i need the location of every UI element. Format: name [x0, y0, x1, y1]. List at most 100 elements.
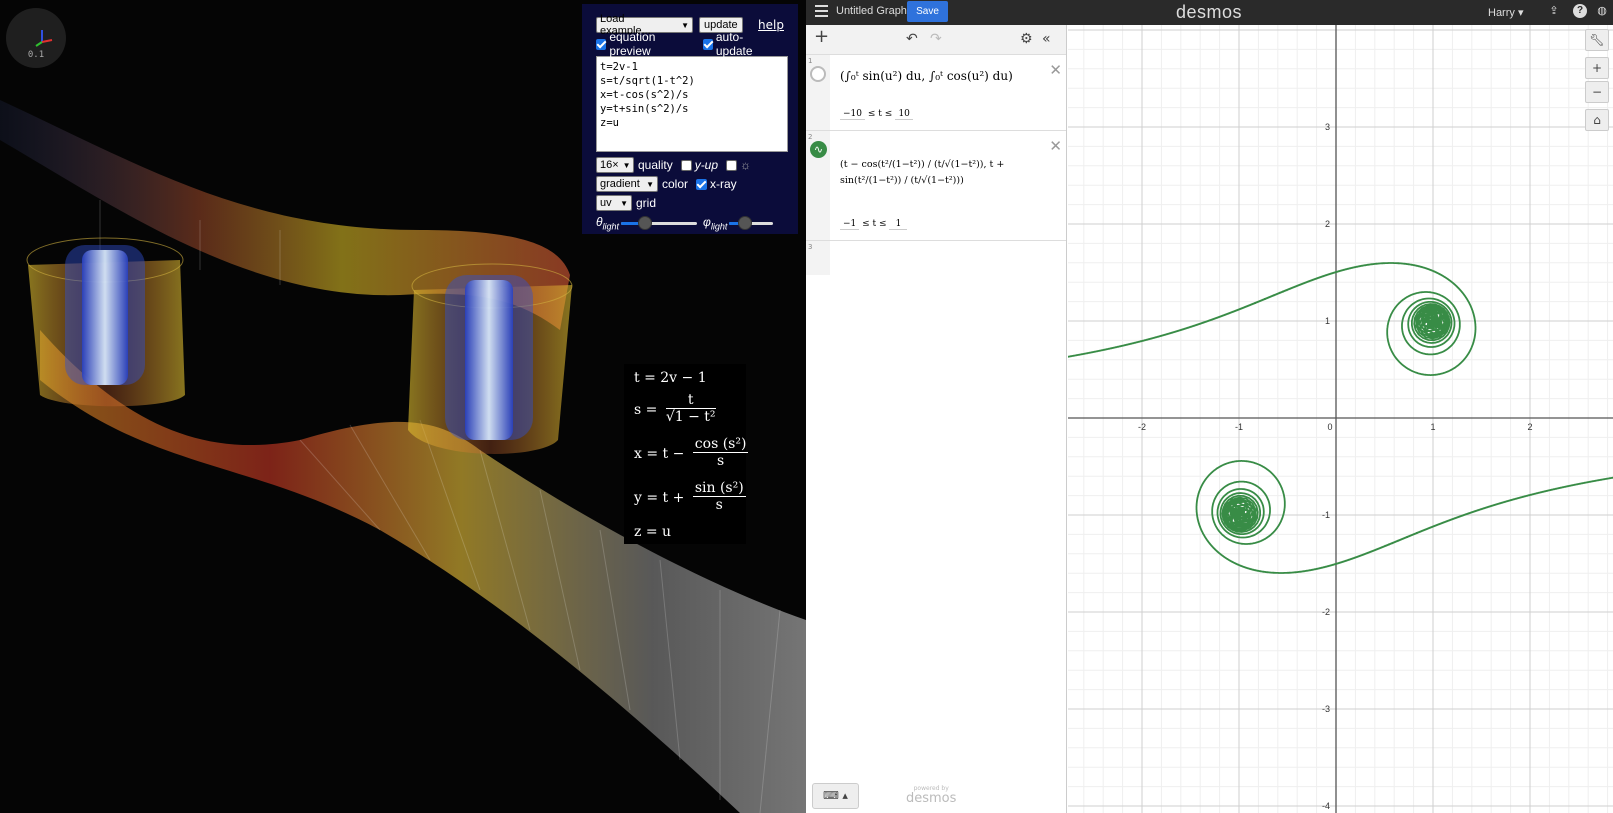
expression-latex[interactable]: (∫₀ᵗ sin(u²) du, ∫₀ᵗ cos(u²) du)	[840, 69, 1013, 83]
light-toggle-checkbox[interactable]	[726, 159, 738, 171]
y-up-label: y-up	[694, 158, 719, 172]
home-view-icon[interactable]: ⌂	[1585, 109, 1609, 131]
preview-s-fraction: t √1 − t²	[665, 392, 716, 425]
globe-icon[interactable]: ◍	[1595, 4, 1609, 18]
surface-viewer[interactable]: 0.1 Load example... ▼ update help equatio…	[0, 0, 806, 813]
color-select[interactable]: gradient ▼	[596, 176, 658, 192]
t-max-input[interactable]: 1	[889, 219, 908, 230]
preview-s-denominator: √1 − t²	[665, 409, 716, 425]
equation-preview-checkbox[interactable]	[596, 38, 607, 50]
settings-gear-icon[interactable]: ⚙	[1020, 32, 1033, 46]
x-ray-checkbox[interactable]	[696, 178, 708, 190]
color-value: gradient	[600, 178, 640, 190]
y-tick-label: -3	[1322, 704, 1330, 714]
collapse-panel-icon[interactable]: «	[1042, 32, 1051, 46]
powered-by-desmos: powered by desmos	[906, 785, 956, 806]
caret-up-icon: ▴	[842, 789, 848, 802]
delete-expression-icon[interactable]: ✕	[1049, 61, 1062, 79]
parametric-curve-icon[interactable]: ∿	[810, 141, 827, 158]
graph-paper[interactable]: -2 -1 0 1 2 3 2 1 -1 -2 -3 -4 🔧︎ + − ⌂	[1068, 25, 1613, 813]
equation-preview-label: equation preview	[609, 30, 656, 58]
theta-subscript: light	[602, 221, 620, 232]
desmos-calculator: Untitled Graph Save desmos Harry ▾ ⇪ ? ◍…	[806, 0, 1613, 813]
redo-icon[interactable]: ↷	[930, 32, 942, 46]
phi-light-slider[interactable]	[729, 216, 774, 230]
preview-x-numerator: cos (s²)	[692, 436, 749, 453]
color-label: color	[662, 177, 689, 191]
phi-slider-handle[interactable]	[738, 216, 753, 230]
expression-toggle-icon[interactable]	[810, 66, 826, 82]
expression-list: + ↶ ↷ ⚙ « 1 (∫₀ᵗ sin(u²) du, ∫₀ᵗ cos(u²)…	[806, 25, 1067, 813]
y-tick-label: -1	[1322, 510, 1330, 520]
right-spiral-cylinder	[408, 263, 573, 454]
equations-textarea[interactable]: t=2v-1 s=t/sqrt(1-t^2) x=t-cos(s^2)/s y=…	[596, 56, 788, 152]
axes-orientation-widget[interactable]: 0.1	[6, 8, 66, 68]
theta-light-slider[interactable]	[621, 216, 698, 230]
graph-settings-wrench-icon[interactable]: 🔧︎	[1585, 29, 1609, 51]
curve-branch-negative[interactable]	[1195, 460, 1613, 574]
app-root: 0.1 Load example... ▼ update help equatio…	[0, 0, 1613, 813]
t-min-input[interactable]: −10	[840, 109, 865, 120]
equation-control-panel: Load example... ▼ update help equation pr…	[582, 4, 798, 234]
chevron-down-icon: ▼	[622, 160, 631, 170]
y-tick-label: 2	[1325, 219, 1330, 229]
bounds-inequality: ≤ t ≤	[862, 219, 887, 229]
grid-value: uv	[600, 197, 612, 209]
share-icon[interactable]: ⇪	[1547, 4, 1561, 18]
help-icon[interactable]: ?	[1573, 4, 1587, 18]
expression-gutter: 2 ∿	[806, 131, 830, 240]
parameter-bounds: −1 ≤ t ≤ 1	[840, 219, 908, 230]
preview-y-line: y = t + sin (s²) s	[634, 480, 746, 513]
expression-row-1[interactable]: 1 (∫₀ᵗ sin(u²) du, ∫₀ᵗ cos(u²) du) −10 ≤…	[806, 55, 1066, 131]
preview-t-line: t = 2v − 1	[634, 370, 707, 386]
user-menu[interactable]: Harry ▾	[1488, 6, 1523, 19]
preview-x-denominator: s	[717, 453, 725, 469]
expression-toolbar: + ↶ ↷ ⚙ «	[806, 25, 1066, 55]
menu-icon[interactable]	[815, 5, 828, 19]
undo-icon[interactable]: ↶	[906, 32, 918, 46]
graph-canvas[interactable]: -2 -1 0 1 2 3 2 1 -1 -2 -3 -4	[1068, 25, 1613, 813]
chevron-down-icon: ▼	[620, 198, 628, 208]
x-tick-label: 0	[1327, 422, 1332, 432]
user-name: Harry	[1488, 7, 1515, 19]
auto-update-label: auto-update	[715, 30, 753, 58]
y-up-checkbox[interactable]	[680, 159, 692, 171]
grid-select[interactable]: uv ▼	[596, 195, 632, 211]
expression-index: 3	[808, 243, 813, 251]
quality-select[interactable]: 16× ▼	[596, 157, 634, 173]
add-expression-icon[interactable]: +	[814, 28, 829, 46]
t-max-input[interactable]: 10	[895, 109, 914, 120]
expression-gutter: 3	[806, 241, 830, 275]
bounds-inequality: ≤ t ≤	[867, 109, 893, 119]
top-bar: Untitled Graph Save desmos Harry ▾ ⇪ ? ◍	[806, 0, 1613, 25]
phi-light-label: φlight	[703, 215, 727, 231]
expression-row-2[interactable]: 2 ∿ (t − cos(t²/(1−t²)) / (t/√(1−t²)), t…	[806, 131, 1066, 241]
zoom-in-button[interactable]: +	[1585, 57, 1609, 79]
preview-s-lhs: s =	[634, 402, 658, 418]
preview-x-fraction: cos (s²) s	[692, 436, 749, 469]
expression-index: 1	[808, 57, 813, 65]
t-min-input[interactable]: −1	[840, 219, 860, 230]
zoom-readout: 0.1	[27, 50, 45, 60]
expression-index: 2	[808, 133, 813, 141]
expression-latex[interactable]: (t − cos(t²/(1−t²)) / (t/√(1−t²)), t + s…	[840, 157, 1030, 189]
preview-y-lhs: y = t +	[634, 490, 685, 506]
preview-x-lhs: x = t −	[634, 446, 685, 462]
zoom-out-button[interactable]: −	[1585, 81, 1609, 103]
x-tick-label: 2	[1527, 422, 1532, 432]
y-tick-label: -4	[1322, 801, 1330, 811]
sun-icon: ☼	[740, 158, 752, 172]
curve-branch-positive[interactable]	[1068, 262, 1477, 376]
delete-expression-icon[interactable]: ✕	[1049, 137, 1062, 155]
theta-slider-handle[interactable]	[638, 216, 653, 230]
theta-light-label: θlight	[596, 215, 619, 231]
save-button[interactable]: Save	[907, 1, 948, 22]
graph-title[interactable]: Untitled Graph	[836, 5, 907, 17]
preview-z-line: z = u	[634, 524, 672, 540]
expression-row-3[interactable]: 3	[806, 241, 1066, 275]
preview-x-line: x = t − cos (s²) s	[634, 436, 749, 469]
keyboard-toggle-button[interactable]: ⌨ ▴	[812, 783, 859, 809]
chevron-down-icon: ▼	[646, 179, 654, 189]
desmos-logo: desmos	[1176, 2, 1243, 22]
auto-update-checkbox[interactable]	[702, 38, 713, 50]
